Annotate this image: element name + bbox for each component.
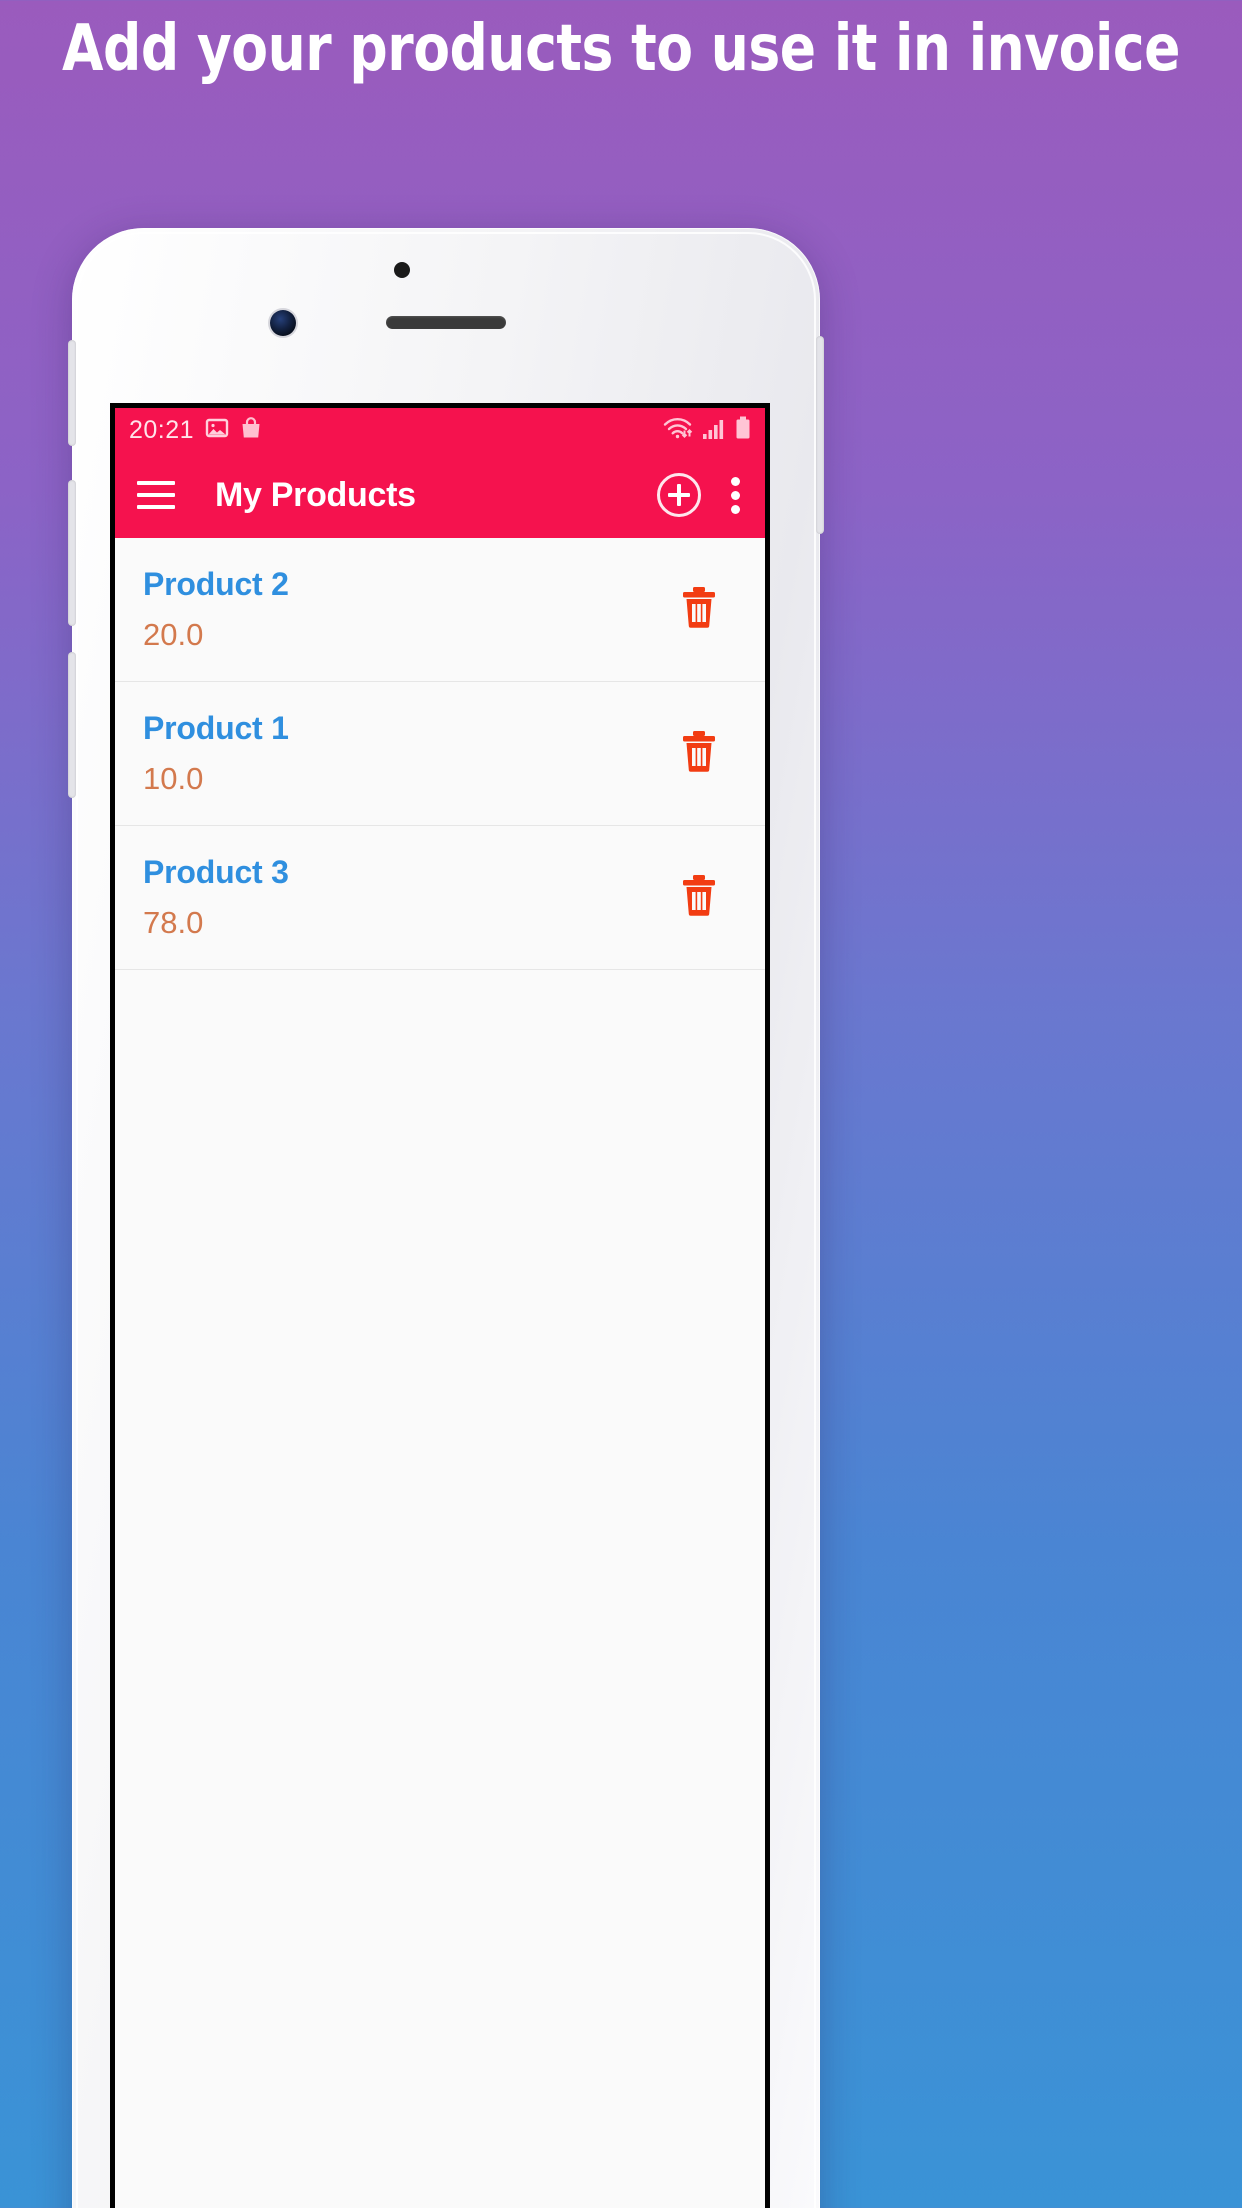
status-bar: 20:21 (115, 408, 765, 452)
trash-icon[interactable] (679, 729, 719, 778)
battery-icon (735, 416, 751, 445)
phone-screen: 20:21 My Products Product 2 20.0 Product… (110, 403, 770, 2208)
list-item[interactable]: Product 3 78.0 (115, 826, 765, 970)
phone-mockup: 20:21 My Products Product 2 20.0 Product… (68, 228, 824, 2208)
app-bar: My Products (115, 452, 765, 538)
status-bar-right (663, 416, 751, 445)
product-list: Product 2 20.0 Product 1 10.0 Product 3 … (115, 538, 765, 970)
earpiece-speaker (386, 316, 506, 329)
product-price: 78.0 (143, 905, 204, 940)
phone-button-volume-up (68, 480, 76, 626)
proximity-sensor-icon (394, 262, 410, 278)
product-name: Product 1 (143, 710, 289, 746)
list-item[interactable]: Product 2 20.0 (115, 538, 765, 682)
overflow-dot (731, 476, 740, 486)
status-bar-clock: 20:21 (129, 415, 195, 444)
hamburger-line (137, 505, 175, 509)
overflow-dot (731, 504, 740, 514)
product-name: Product 2 (143, 566, 289, 602)
front-camera-icon (270, 310, 296, 336)
image-icon (205, 416, 229, 445)
more-vertical-icon[interactable] (727, 473, 743, 518)
list-item[interactable]: Product 1 10.0 (115, 682, 765, 826)
hamburger-line (137, 481, 175, 485)
status-bar-left: 20:21 (129, 416, 262, 445)
promo-headline: Add your products to use it in invoice (61, 12, 1181, 86)
cellular-signal-icon (702, 418, 726, 445)
app-bar-actions (657, 473, 743, 518)
wifi-icon (663, 416, 693, 445)
product-info: Product 2 20.0 (143, 566, 289, 653)
shopping-bag-icon (240, 416, 262, 445)
phone-button-mute (68, 340, 76, 446)
product-price: 20.0 (143, 617, 204, 652)
trash-icon[interactable] (679, 585, 719, 634)
add-circle-icon[interactable] (657, 473, 701, 517)
product-info: Product 3 78.0 (143, 854, 289, 941)
phone-button-power (816, 336, 824, 534)
product-price: 10.0 (143, 761, 204, 796)
trash-icon[interactable] (679, 873, 719, 922)
phone-button-volume-down (68, 652, 76, 798)
product-info: Product 1 10.0 (143, 710, 289, 797)
page-title: My Products (215, 475, 416, 514)
product-name: Product 3 (143, 854, 289, 890)
hamburger-line (137, 493, 175, 497)
hamburger-menu-icon[interactable] (137, 481, 175, 509)
overflow-dot (731, 490, 740, 500)
